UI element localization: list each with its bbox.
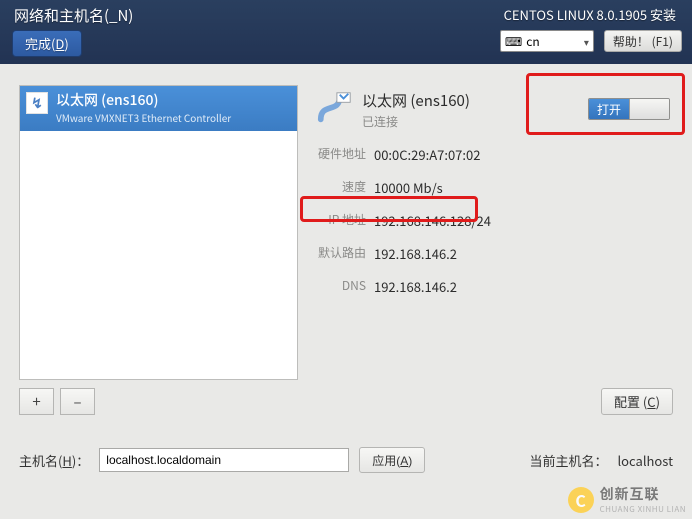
toggle-knob	[629, 99, 669, 119]
configure-mnemonic: C	[647, 392, 655, 411]
watermark: C 创新互联 CHUANG XINHU LIAN	[568, 484, 686, 515]
current-hostname-label: 当前主机名：	[529, 451, 607, 470]
ip-address-label: IP 地址	[316, 208, 366, 233]
page-title: 网络和主机名(_N)	[14, 5, 133, 26]
device-header-text: 以太网 (ens160) 已连接	[362, 90, 470, 130]
hw-address-value: 00:0C:29:A7:07:02	[372, 142, 516, 167]
top-right: CENTOS LINUX 8.0.1905 安装 ⌨ cn ▾ 帮助！ (F1)	[500, 4, 682, 64]
help-button[interactable]: 帮助！ (F1)	[604, 30, 682, 52]
device-item-subtitle: VMware VMXNET3 Ethernet Controller	[56, 110, 231, 125]
watermark-text-en: CHUANG XINHU LIAN	[600, 504, 686, 515]
speed-value: 10000 Mb/s	[372, 175, 516, 200]
device-title: 以太网 (ens160)	[362, 90, 470, 111]
configure-label-prefix: 配置 (	[614, 392, 647, 411]
watermark-logo-icon: C	[568, 487, 594, 513]
configure-label-suffix: )	[656, 392, 660, 411]
gateway-value: 192.168.146.2	[372, 241, 516, 266]
speed-label: 速度	[316, 175, 366, 200]
device-properties: 硬件地址 00:0C:29:A7:07:02 速度 10000 Mb/s IP …	[316, 142, 516, 299]
dns-value: 192.168.146.2	[372, 274, 516, 299]
device-list-buttons: + –	[19, 388, 95, 415]
keyboard-layout-combo[interactable]: ⌨ cn ▾	[500, 30, 594, 52]
device-item-text: 以太网 (ens160) VMware VMXNET3 Ethernet Con…	[56, 90, 231, 125]
done-button[interactable]: 完成(D)	[12, 30, 82, 57]
watermark-text-cn: 创新互联	[600, 484, 686, 504]
top-bar: 网络和主机名(_N) 完成(D) CENTOS LINUX 8.0.1905 安…	[0, 0, 692, 64]
device-details: 以太网 (ens160) 已连接 硬件地址 00:0C:29:A7:07:02 …	[316, 90, 516, 299]
done-label-prefix: 完成(	[25, 34, 55, 53]
device-status: 已连接	[362, 113, 470, 130]
dns-label: DNS	[316, 274, 366, 299]
toggle-on-label: 打开	[589, 99, 629, 119]
configure-button[interactable]: 配置 (C)	[601, 388, 673, 415]
apply-hostname-button[interactable]: 应用(A)	[359, 447, 425, 473]
device-header: 以太网 (ens160) 已连接	[316, 90, 516, 130]
keyboard-layout-code: cn	[526, 33, 539, 50]
connection-toggle[interactable]: 打开	[588, 98, 670, 120]
hostname-input[interactable]	[99, 448, 349, 472]
hw-address-label: 硬件地址	[316, 142, 366, 167]
chevron-down-icon: ▾	[584, 34, 589, 49]
lang-help-row: ⌨ cn ▾ 帮助！ (F1)	[500, 30, 682, 52]
hostname-row: 主机名(H)： 应用(A) 当前主机名： localhost	[19, 447, 673, 473]
top-left: 网络和主机名(_N) 完成(D)	[10, 4, 133, 64]
gateway-label: 默认路由	[316, 241, 366, 266]
hostname-label: 主机名(H)：	[19, 451, 89, 470]
ethernet-large-icon	[316, 90, 354, 126]
device-list-item[interactable]: ↯ 以太网 (ens160) VMware VMXNET3 Ethernet C…	[20, 86, 297, 131]
current-hostname-value: localhost	[617, 451, 673, 470]
device-item-name: 以太网 (ens160)	[56, 90, 231, 110]
done-label-suffix: )	[64, 34, 68, 53]
distro-title: CENTOS LINUX 8.0.1905 安装	[500, 5, 676, 24]
ethernet-icon: ↯	[26, 92, 48, 114]
watermark-text: 创新互联 CHUANG XINHU LIAN	[600, 484, 686, 515]
keyboard-icon: ⌨	[505, 33, 522, 50]
connection-toggle-row: 打开	[588, 98, 670, 120]
remove-device-button[interactable]: –	[60, 388, 95, 415]
ip-address-value: 192.168.146.128/24	[372, 208, 516, 233]
help-label: 帮助！ (F1)	[613, 33, 673, 50]
add-device-button[interactable]: +	[19, 388, 54, 415]
device-list[interactable]: ↯ 以太网 (ens160) VMware VMXNET3 Ethernet C…	[19, 85, 298, 380]
